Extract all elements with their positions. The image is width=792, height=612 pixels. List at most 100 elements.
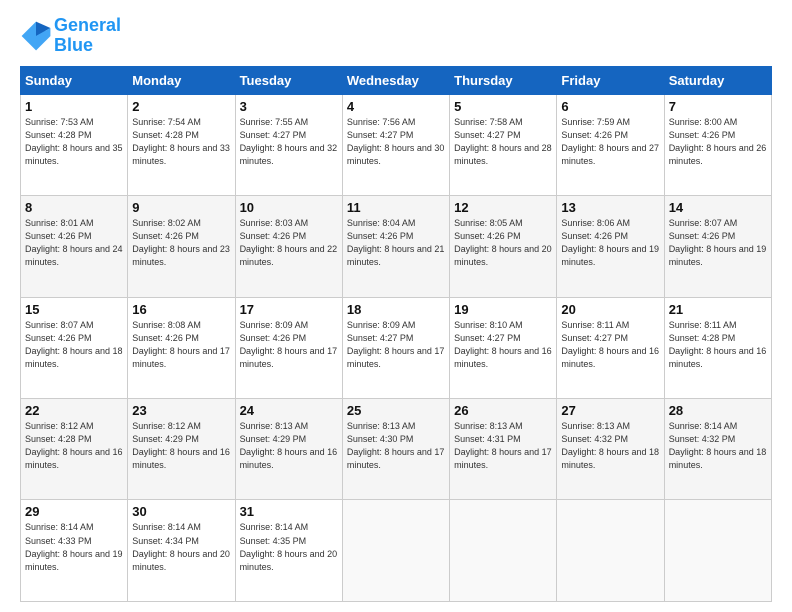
weekday-tuesday: Tuesday xyxy=(235,66,342,94)
week-row-3: 22 Sunrise: 8:12 AMSunset: 4:28 PMDayligh… xyxy=(21,399,772,500)
day-info: Sunrise: 8:12 AMSunset: 4:29 PMDaylight:… xyxy=(132,420,230,472)
day-info: Sunrise: 8:08 AMSunset: 4:26 PMDaylight:… xyxy=(132,319,230,371)
day-number: 10 xyxy=(240,200,338,215)
day-number: 30 xyxy=(132,504,230,519)
day-info: Sunrise: 7:55 AMSunset: 4:27 PMDaylight:… xyxy=(240,116,338,168)
day-number: 24 xyxy=(240,403,338,418)
day-cell: 27 Sunrise: 8:13 AMSunset: 4:32 PMDayligh… xyxy=(557,399,664,500)
day-info: Sunrise: 8:09 AMSunset: 4:26 PMDaylight:… xyxy=(240,319,338,371)
day-cell: 15 Sunrise: 8:07 AMSunset: 4:26 PMDayligh… xyxy=(21,297,128,398)
day-info: Sunrise: 7:59 AMSunset: 4:26 PMDaylight:… xyxy=(561,116,659,168)
day-info: Sunrise: 8:13 AMSunset: 4:32 PMDaylight:… xyxy=(561,420,659,472)
day-number: 18 xyxy=(347,302,445,317)
day-info: Sunrise: 8:07 AMSunset: 4:26 PMDaylight:… xyxy=(25,319,123,371)
day-number: 31 xyxy=(240,504,338,519)
day-number: 26 xyxy=(454,403,552,418)
day-cell: 24 Sunrise: 8:13 AMSunset: 4:29 PMDayligh… xyxy=(235,399,342,500)
day-number: 11 xyxy=(347,200,445,215)
day-info: Sunrise: 8:14 AMSunset: 4:33 PMDaylight:… xyxy=(25,521,123,573)
day-number: 22 xyxy=(25,403,123,418)
day-cell: 16 Sunrise: 8:08 AMSunset: 4:26 PMDayligh… xyxy=(128,297,235,398)
day-info: Sunrise: 8:13 AMSunset: 4:31 PMDaylight:… xyxy=(454,420,552,472)
day-number: 20 xyxy=(561,302,659,317)
day-info: Sunrise: 8:12 AMSunset: 4:28 PMDaylight:… xyxy=(25,420,123,472)
day-number: 19 xyxy=(454,302,552,317)
day-info: Sunrise: 8:13 AMSunset: 4:29 PMDaylight:… xyxy=(240,420,338,472)
logo-blue: Blue xyxy=(54,35,93,55)
day-cell: 4 Sunrise: 7:56 AMSunset: 4:27 PMDaylight… xyxy=(342,94,449,195)
day-info: Sunrise: 8:03 AMSunset: 4:26 PMDaylight:… xyxy=(240,217,338,269)
day-cell: 20 Sunrise: 8:11 AMSunset: 4:27 PMDayligh… xyxy=(557,297,664,398)
day-info: Sunrise: 8:14 AMSunset: 4:35 PMDaylight:… xyxy=(240,521,338,573)
day-number: 4 xyxy=(347,99,445,114)
week-row-4: 29 Sunrise: 8:14 AMSunset: 4:33 PMDayligh… xyxy=(21,500,772,602)
day-cell: 8Sunrise: 8:01 AMSunset: 4:26 PMDaylight… xyxy=(21,196,128,297)
day-number: 16 xyxy=(132,302,230,317)
day-number: 29 xyxy=(25,504,123,519)
day-info: Sunrise: 8:09 AMSunset: 4:27 PMDaylight:… xyxy=(347,319,445,371)
page: General Blue SundayMondayTuesdayWednesda… xyxy=(0,0,792,612)
day-cell: 19 Sunrise: 8:10 AMSunset: 4:27 PMDayligh… xyxy=(450,297,557,398)
day-number: 8 xyxy=(25,200,123,215)
day-number: 15 xyxy=(25,302,123,317)
calendar-body: 1Sunrise: 7:53 AMSunset: 4:28 PMDaylight… xyxy=(21,94,772,601)
logo-general: General xyxy=(54,15,121,35)
header: General Blue xyxy=(20,16,772,56)
day-info: Sunrise: 8:05 AMSunset: 4:26 PMDaylight:… xyxy=(454,217,552,269)
day-info: Sunrise: 8:04 AMSunset: 4:26 PMDaylight:… xyxy=(347,217,445,269)
weekday-monday: Monday xyxy=(128,66,235,94)
day-cell: 31 Sunrise: 8:14 AMSunset: 4:35 PMDayligh… xyxy=(235,500,342,602)
day-info: Sunrise: 7:58 AMSunset: 4:27 PMDaylight:… xyxy=(454,116,552,168)
day-number: 23 xyxy=(132,403,230,418)
day-cell: 25Sunrise: 8:13 AMSunset: 4:30 PMDayligh… xyxy=(342,399,449,500)
day-number: 17 xyxy=(240,302,338,317)
day-info: Sunrise: 8:00 AMSunset: 4:26 PMDaylight:… xyxy=(669,116,767,168)
calendar-table: SundayMondayTuesdayWednesdayThursdayFrid… xyxy=(20,66,772,602)
day-cell: 14 Sunrise: 8:07 AMSunset: 4:26 PMDayligh… xyxy=(664,196,771,297)
weekday-sunday: Sunday xyxy=(21,66,128,94)
day-cell: 10 Sunrise: 8:03 AMSunset: 4:26 PMDayligh… xyxy=(235,196,342,297)
day-number: 2 xyxy=(132,99,230,114)
day-number: 21 xyxy=(669,302,767,317)
week-row-0: 1Sunrise: 7:53 AMSunset: 4:28 PMDaylight… xyxy=(21,94,772,195)
day-cell: 2Sunrise: 7:54 AMSunset: 4:28 PMDaylight… xyxy=(128,94,235,195)
day-info: Sunrise: 8:14 AMSunset: 4:32 PMDaylight:… xyxy=(669,420,767,472)
weekday-saturday: Saturday xyxy=(664,66,771,94)
day-info: Sunrise: 7:56 AMSunset: 4:27 PMDaylight:… xyxy=(347,116,445,168)
day-number: 5 xyxy=(454,99,552,114)
day-cell: 26 Sunrise: 8:13 AMSunset: 4:31 PMDayligh… xyxy=(450,399,557,500)
week-row-2: 15 Sunrise: 8:07 AMSunset: 4:26 PMDayligh… xyxy=(21,297,772,398)
day-cell xyxy=(557,500,664,602)
week-row-1: 8Sunrise: 8:01 AMSunset: 4:26 PMDaylight… xyxy=(21,196,772,297)
weekday-row: SundayMondayTuesdayWednesdayThursdayFrid… xyxy=(21,66,772,94)
day-cell: 3 Sunrise: 7:55 AMSunset: 4:27 PMDaylight… xyxy=(235,94,342,195)
day-cell: 17 Sunrise: 8:09 AMSunset: 4:26 PMDayligh… xyxy=(235,297,342,398)
day-cell: 11 Sunrise: 8:04 AMSunset: 4:26 PMDayligh… xyxy=(342,196,449,297)
day-cell: 1Sunrise: 7:53 AMSunset: 4:28 PMDaylight… xyxy=(21,94,128,195)
logo-text: General Blue xyxy=(54,16,121,56)
day-cell: 13Sunrise: 8:06 AMSunset: 4:26 PMDayligh… xyxy=(557,196,664,297)
day-number: 9 xyxy=(132,200,230,215)
day-cell: 9 Sunrise: 8:02 AMSunset: 4:26 PMDaylight… xyxy=(128,196,235,297)
day-cell: 28 Sunrise: 8:14 AMSunset: 4:32 PMDayligh… xyxy=(664,399,771,500)
day-number: 7 xyxy=(669,99,767,114)
day-info: Sunrise: 8:02 AMSunset: 4:26 PMDaylight:… xyxy=(132,217,230,269)
logo-icon xyxy=(20,20,52,52)
day-number: 28 xyxy=(669,403,767,418)
day-cell: 21 Sunrise: 8:11 AMSunset: 4:28 PMDayligh… xyxy=(664,297,771,398)
day-cell: 29 Sunrise: 8:14 AMSunset: 4:33 PMDayligh… xyxy=(21,500,128,602)
day-cell: 18 Sunrise: 8:09 AMSunset: 4:27 PMDayligh… xyxy=(342,297,449,398)
day-info: Sunrise: 8:13 AMSunset: 4:30 PMDaylight:… xyxy=(347,420,445,472)
day-info: Sunrise: 8:11 AMSunset: 4:27 PMDaylight:… xyxy=(561,319,659,371)
day-info: Sunrise: 8:11 AMSunset: 4:28 PMDaylight:… xyxy=(669,319,767,371)
day-number: 6 xyxy=(561,99,659,114)
day-info: Sunrise: 8:10 AMSunset: 4:27 PMDaylight:… xyxy=(454,319,552,371)
day-info: Sunrise: 7:53 AMSunset: 4:28 PMDaylight:… xyxy=(25,116,123,168)
day-info: Sunrise: 8:07 AMSunset: 4:26 PMDaylight:… xyxy=(669,217,767,269)
day-number: 3 xyxy=(240,99,338,114)
day-number: 14 xyxy=(669,200,767,215)
day-number: 27 xyxy=(561,403,659,418)
day-info: Sunrise: 8:06 AMSunset: 4:26 PMDaylight:… xyxy=(561,217,659,269)
day-cell: 5 Sunrise: 7:58 AMSunset: 4:27 PMDaylight… xyxy=(450,94,557,195)
day-number: 12 xyxy=(454,200,552,215)
